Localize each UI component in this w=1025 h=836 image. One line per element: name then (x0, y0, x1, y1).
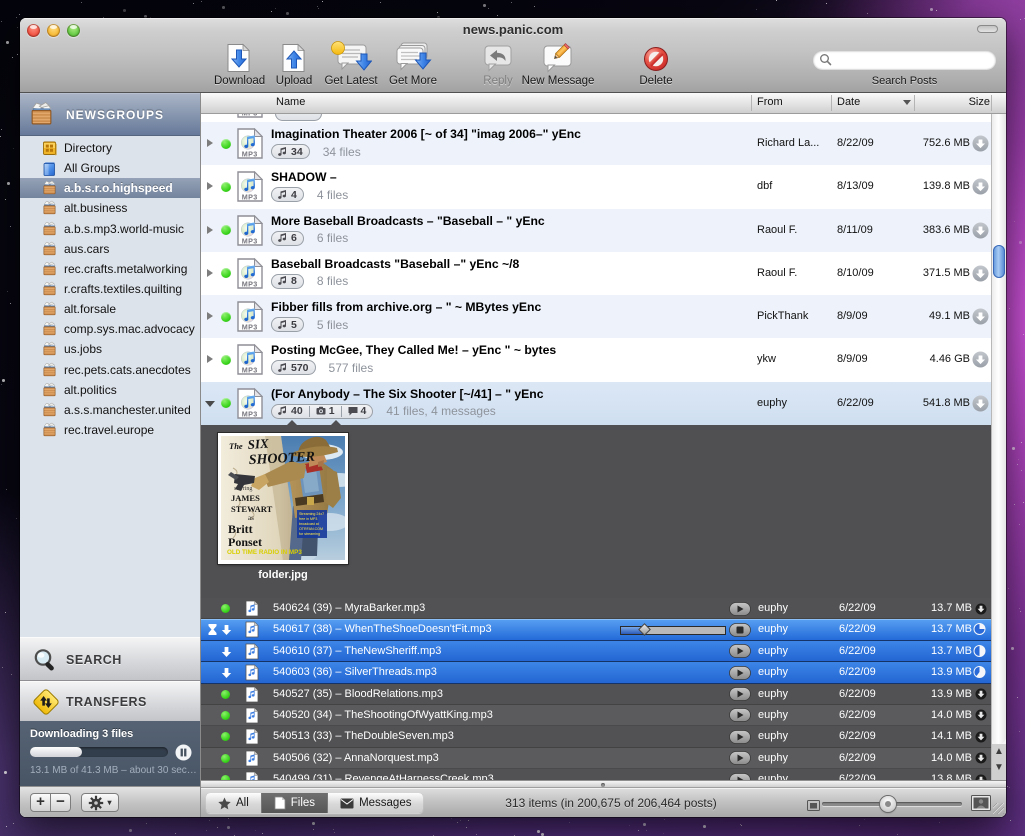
svg-text:free in MP3: free in MP3 (299, 517, 317, 521)
svg-text:starring: starring (234, 486, 252, 492)
svg-text:for streaming: for streaming (299, 532, 320, 536)
svg-text:The: The (229, 441, 243, 451)
svg-text:as: as (248, 514, 254, 522)
svg-text:MP3: MP3 (242, 193, 258, 202)
svg-text:OLD TIME RADIO IN MP3: OLD TIME RADIO IN MP3 (227, 549, 302, 556)
svg-text:MP3: MP3 (242, 366, 258, 375)
svg-text:MP3: MP3 (242, 409, 258, 418)
svg-text:Streaming 24x7: Streaming 24x7 (299, 512, 324, 516)
svg-text:MP3: MP3 (242, 322, 258, 331)
svg-text:MP3: MP3 (242, 279, 258, 288)
svg-text:broadcast at: broadcast at (299, 522, 319, 526)
svg-text:STEWART: STEWART (231, 504, 273, 514)
svg-text:Britt: Britt (228, 522, 253, 536)
svg-text:MP3: MP3 (242, 149, 258, 158)
svg-text:Ponset: Ponset (228, 535, 262, 549)
svg-text:MP3: MP3 (242, 236, 258, 245)
svg-text:OTRFAN.COM: OTRFAN.COM (299, 527, 323, 531)
svg-text:JAMES: JAMES (231, 493, 260, 503)
svg-text:SIX: SIX (247, 436, 269, 452)
svg-text:MP3: MP3 (242, 114, 258, 117)
